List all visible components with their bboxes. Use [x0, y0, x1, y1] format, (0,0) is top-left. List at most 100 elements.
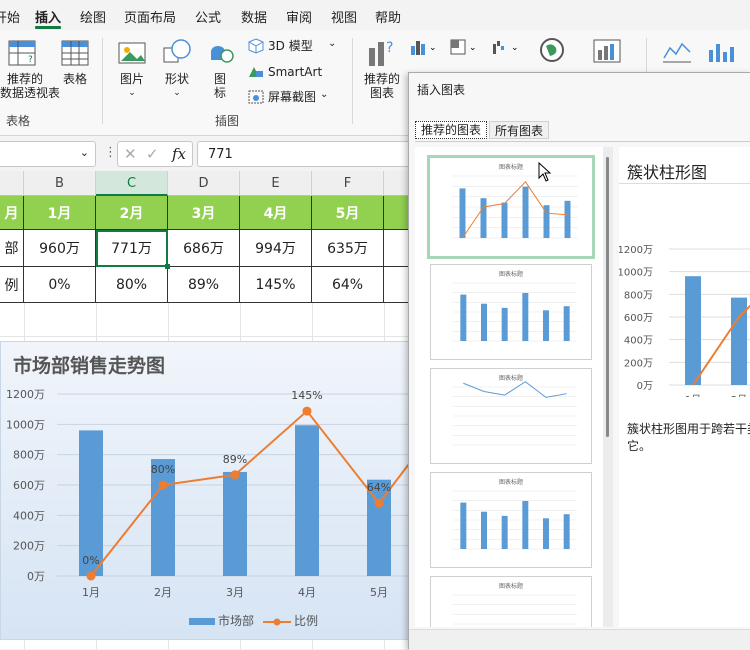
tab-all-charts[interactable]: 所有图表 [489, 121, 549, 139]
chevron-down-icon[interactable]: ⌄ [328, 37, 336, 51]
table-icon[interactable] [60, 38, 90, 68]
svg-text:?: ? [28, 55, 33, 65]
icons-icon[interactable] [205, 38, 235, 68]
y-tick-label: 1000万 [619, 268, 653, 279]
thumbnail-list[interactable]: 图表标题 图表标题 图表标题 图表标题 图表标题 [415, 147, 611, 627]
function-icon[interactable]: fx [172, 145, 186, 163]
smartart-icon [248, 64, 264, 78]
smartart-button[interactable]: SmartArt [268, 65, 322, 79]
thumbnail-column[interactable]: 图表标题 [430, 264, 592, 360]
data-label: 64% [367, 481, 391, 494]
table-cell[interactable] [384, 267, 410, 303]
table-header-cell[interactable]: 4月 [240, 196, 312, 230]
confirm-icon[interactable]: ✓ [146, 145, 159, 163]
hierarchy-chart-icon[interactable]: ⌄ [450, 38, 480, 56]
data-label: 145% [291, 389, 322, 402]
column-header-e[interactable]: E [240, 171, 312, 196]
column-header-f[interactable]: F [312, 171, 384, 196]
bar [223, 471, 247, 576]
menu-view[interactable]: 视图 [331, 7, 357, 26]
insert-chart-dialog: 插入图表 推荐的图表 所有图表 图表标题 图表标题 图表标题 图表标题 图表标题… [408, 72, 750, 650]
menu-insert[interactable]: 插入 [35, 7, 61, 26]
x-tick-label: 1月 [685, 394, 701, 397]
more-options-icon[interactable]: ⋮ [104, 145, 117, 160]
menu-page-layout[interactable]: 页面布局 [124, 7, 176, 26]
menu-home[interactable]: 开始 [0, 7, 20, 26]
screenshot-button[interactable]: 屏幕截图 [268, 90, 316, 104]
thumbnail-area[interactable]: 图表标题 [430, 576, 592, 627]
recommended-charts-icon[interactable]: ? [366, 36, 398, 68]
thumbnail-line[interactable]: 图表标题 [430, 368, 592, 464]
active-cell[interactable]: 771万 [96, 230, 168, 267]
table-cell[interactable]: 部 [0, 230, 24, 267]
name-box[interactable]: ⌄ [0, 141, 96, 167]
scrollbar-thumb[interactable] [606, 157, 609, 437]
column-header-a[interactable] [0, 171, 24, 196]
waterfall-chart-icon[interactable]: ⌄ [492, 38, 522, 56]
table-cell[interactable]: 64% [312, 267, 384, 303]
table-cell[interactable]: 145% [240, 267, 312, 303]
chevron-down-icon[interactable]: ⌄ [80, 146, 89, 159]
pivot-table-icon[interactable]: ? [8, 38, 38, 68]
table-cell[interactable]: 89% [168, 267, 240, 303]
shapes-button[interactable]: 形状 [160, 72, 194, 86]
pivot-table-button[interactable]: 推荐的 数据透视表 [0, 72, 60, 100]
sparkline-column-icon[interactable] [706, 40, 736, 64]
table-cell[interactable] [384, 230, 410, 267]
column-header-d[interactable]: D [168, 171, 240, 196]
table-header-cell[interactable]: 2月 [96, 196, 168, 230]
thumbnail-scrollbar[interactable] [603, 147, 613, 627]
data-label: 89% [223, 453, 247, 466]
bar [564, 200, 571, 238]
picture-button[interactable]: 图片 [115, 72, 149, 86]
recommended-charts-button[interactable]: 推荐的 图表 [360, 72, 404, 100]
table-cell[interactable]: 80% [96, 267, 168, 303]
column-header-b[interactable]: B [24, 171, 96, 196]
table-header-cell[interactable]: 1月 [24, 196, 96, 230]
table-header-cell[interactable]: 5月 [312, 196, 384, 230]
table-cell[interactable]: 0% [24, 267, 96, 303]
chevron-down-icon[interactable]: ⌄ [160, 86, 194, 100]
picture-icon[interactable] [117, 40, 149, 68]
menu-help[interactable]: 帮助 [375, 7, 401, 26]
table-cell[interactable]: 686万 [168, 230, 240, 267]
fill-handle[interactable] [165, 264, 170, 269]
thumbnail-column-2[interactable]: 图表标题 [430, 472, 592, 568]
tab-recommended-charts[interactable]: 推荐的图表 [415, 121, 487, 139]
table-header-cell[interactable]: 3月 [168, 196, 240, 230]
svg-text:⌄: ⌄ [511, 43, 519, 53]
cancel-icon[interactable]: ✕ [124, 145, 137, 163]
thumbnail-combo[interactable]: 图表标题 [427, 155, 595, 259]
3d-model-button[interactable]: 3D 模型 [268, 39, 313, 53]
column-header-c[interactable]: C [96, 171, 168, 196]
mouse-cursor-icon [538, 162, 552, 182]
chevron-down-icon[interactable]: ⌄ [320, 88, 328, 102]
table-cell[interactable]: 994万 [240, 230, 312, 267]
x-tick-label: 2月 [154, 586, 172, 599]
menu-review[interactable]: 审阅 [286, 7, 312, 26]
bar [481, 303, 487, 341]
sparkline-line-icon[interactable] [662, 40, 692, 64]
table-cell[interactable]: 960万 [24, 230, 96, 267]
table-header-cell[interactable] [384, 196, 410, 230]
table-button[interactable]: 表格 [58, 72, 92, 86]
column-chart-icon[interactable]: ⌄ [410, 38, 440, 56]
icons-button[interactable]: 图 标 [204, 72, 236, 100]
svg-text:⌄: ⌄ [469, 43, 477, 53]
map-chart-icon[interactable] [538, 36, 566, 64]
chart-object[interactable]: 市场部销售走势图 0万 200万 400万 600万 800万 1000万 1200万 1月 2月… [0, 341, 421, 641]
chevron-down-icon[interactable]: ⌄ [115, 86, 149, 100]
table-header-cell[interactable]: 月 [0, 196, 24, 230]
y-tick-label: 0万 [637, 381, 653, 392]
shapes-icon[interactable] [162, 38, 194, 68]
legend-swatch-point [273, 618, 281, 626]
menu-formulas[interactable]: 公式 [195, 7, 221, 26]
menu-draw[interactable]: 绘图 [80, 7, 106, 26]
combo-chart[interactable]: 市场部销售走势图 0万 200万 400万 600万 800万 1000万 1200万 1月 2月… [1, 342, 421, 641]
menu-data[interactable]: 数据 [241, 7, 267, 26]
table-cell[interactable]: 635万 [312, 230, 384, 267]
table-cell[interactable]: 例 [0, 267, 24, 303]
y-tick-label: 1200万 [6, 388, 45, 401]
column-header-g[interactable] [384, 171, 410, 196]
pivot-chart-icon[interactable] [592, 38, 622, 66]
